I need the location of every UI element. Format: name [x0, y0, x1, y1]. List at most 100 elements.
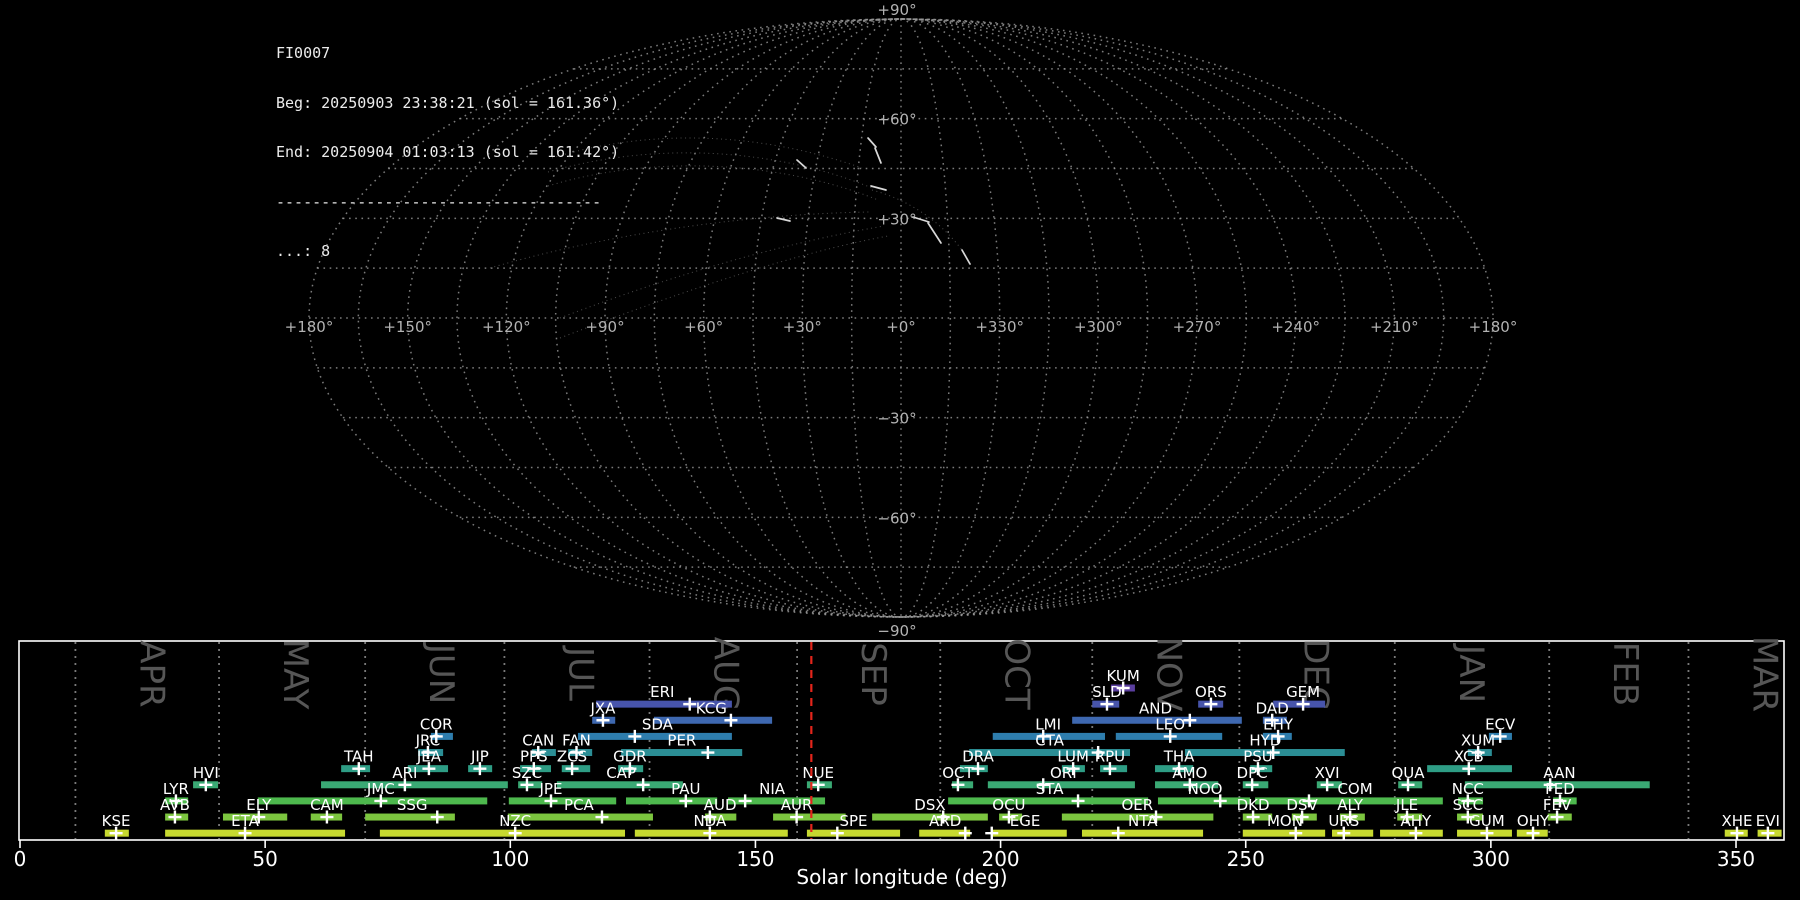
- meteor-trail: [870, 185, 887, 191]
- longitude-label: +180°: [285, 318, 334, 336]
- shower-code-ZCS: ZCS: [557, 748, 587, 766]
- peak-marker-NIA: [738, 794, 752, 808]
- longitude-label: +150°: [383, 318, 432, 336]
- shower-code-NUE: NUE: [802, 764, 834, 782]
- shower-code-AVB: AVB: [160, 796, 190, 814]
- shower-code-STA: STA: [1036, 780, 1065, 798]
- shower-bar-NZC: [379, 829, 626, 837]
- peak-marker-EGE: [985, 826, 999, 840]
- shower-code-NDA: NDA: [693, 812, 727, 830]
- peak-marker-STA: [1071, 794, 1085, 808]
- shower-bar-CAP: [556, 781, 683, 789]
- shower-code-JIP: JIP: [470, 748, 489, 766]
- shower-code-PAU: PAU: [671, 780, 700, 798]
- x-tick-label: 50: [252, 847, 277, 871]
- peak-marker-PCA: [595, 810, 609, 824]
- drift-track: [547, 165, 879, 201]
- shower-code-SPE: SPE: [839, 812, 867, 830]
- shower-code-DKD: DKD: [1237, 796, 1270, 814]
- shower-bar-EGE: [991, 829, 1067, 837]
- shower-code-NTA: NTA: [1128, 812, 1158, 830]
- longitude-label: +0°: [886, 318, 916, 336]
- shower-code-NZC: NZC: [499, 812, 531, 830]
- drift-track: [551, 137, 863, 169]
- x-tick-label: 350: [1717, 847, 1755, 871]
- shower-code-MON: MON: [1267, 812, 1303, 830]
- shower-code-ERI: ERI: [650, 683, 674, 701]
- longitude-label: +90°: [585, 318, 624, 336]
- peak-marker-SSG: [430, 810, 444, 824]
- peak-marker-PER: [701, 746, 715, 760]
- shower-bar-JMC: [257, 797, 488, 805]
- shower-code-GUM: GUM: [1469, 812, 1505, 830]
- shower-code-AUR: AUR: [781, 796, 813, 814]
- month-label: OCT: [996, 638, 1036, 710]
- month-label: MAY: [275, 639, 315, 710]
- shower-code-RPU: RPU: [1095, 748, 1125, 766]
- longitude-label: +60°: [684, 318, 723, 336]
- x-tick-label: 300: [1472, 847, 1510, 871]
- longitude-label: +180°: [1469, 318, 1518, 336]
- meteor-trail: [961, 249, 971, 265]
- shower-bar-NTA: [1081, 829, 1204, 837]
- shower-code-XCB: XCB: [1454, 748, 1484, 766]
- shower-code-AHY: AHY: [1401, 812, 1433, 830]
- longitude-label: +270°: [1173, 318, 1222, 336]
- shower-bar-MON: [1242, 829, 1326, 837]
- latitude-label: −60°: [877, 509, 916, 527]
- shower-bar-SDA: [577, 732, 732, 740]
- shower-code-XHE: XHE: [1721, 812, 1752, 830]
- longitude-label: +300°: [1074, 318, 1123, 336]
- shower-bar-ARI: [321, 781, 508, 789]
- drift-track: [547, 152, 873, 189]
- latitude-label: −30°: [877, 410, 916, 428]
- shower-code-JEA: JEA: [416, 748, 442, 766]
- shower-code-ARD: ARD: [929, 812, 961, 830]
- longitude-label: +30°: [783, 318, 822, 336]
- meteor-trails: [776, 137, 971, 265]
- shower-code-JXA: JXA: [589, 699, 616, 717]
- latitude-label: −90°: [877, 622, 916, 640]
- shower-code-PER: PER: [667, 732, 696, 750]
- x-tick-label: 250: [1227, 847, 1265, 871]
- shower-code-OHY: OHY: [1517, 812, 1550, 830]
- shower-bar-ETA: [165, 829, 346, 837]
- x-tick-label: 0: [14, 847, 27, 871]
- latitude-label: +60°: [877, 111, 916, 129]
- shower-code-LEO: LEO: [1155, 715, 1185, 733]
- peak-marker-NTA: [1111, 826, 1125, 840]
- shower-code-EVI: EVI: [1756, 812, 1780, 830]
- x-tick-label: 150: [736, 847, 774, 871]
- x-tick-label: 100: [491, 847, 529, 871]
- latitude-label: +90°: [877, 1, 916, 19]
- month-label: JAN: [1451, 643, 1491, 703]
- x-axis-title: Solar longitude (deg): [796, 865, 1007, 889]
- shower-code-HVI: HVI: [193, 764, 219, 782]
- shower-code-ARI: ARI: [392, 764, 417, 782]
- month-label: JUN: [421, 642, 461, 704]
- longitude-label: +330°: [975, 318, 1024, 336]
- meteor-trail: [874, 147, 882, 164]
- longitude-label: +120°: [482, 318, 531, 336]
- peak-marker-CAP: [636, 778, 650, 792]
- activity-timeline: APR MAY JUN JUL AUG SEP OCT NOV DEC JAN FEB MAR KUM…: [14, 636, 1785, 889]
- longitude-label: +240°: [1271, 318, 1320, 336]
- radiant-drift-tracks: [489, 137, 967, 339]
- shower-code-QUA: QUA: [1391, 764, 1425, 782]
- shower-bar-AUR: [773, 813, 846, 821]
- shower-bars: KUMERI SLD ORS GEMJXA KCG AND DADCOR SDA LMI LEO E…: [102, 667, 1782, 840]
- shower-code-SZC: SZC: [512, 764, 542, 782]
- meteor-trail: [796, 159, 807, 169]
- shower-code-KSE: KSE: [102, 812, 131, 830]
- longitude-label: +210°: [1370, 318, 1419, 336]
- sky-map-labels: +180° +150° +120° +90° +60° +30° +0° +330° +300°…: [285, 1, 1518, 640]
- shower-code-PCA: PCA: [564, 796, 595, 814]
- meteor-trail: [867, 137, 877, 148]
- drift-track: [489, 211, 871, 269]
- plot-canvas: +180° +150° +120° +90° +60° +30° +0° +330° +300°…: [14, 1, 1785, 889]
- month-label: JUL: [560, 645, 600, 701]
- shower-bar-STA: [948, 797, 1149, 805]
- shower-code-SSG: SSG: [397, 796, 428, 814]
- shower-code-ORS: ORS: [1195, 683, 1227, 701]
- shower-code-ETA: ETA: [231, 812, 259, 830]
